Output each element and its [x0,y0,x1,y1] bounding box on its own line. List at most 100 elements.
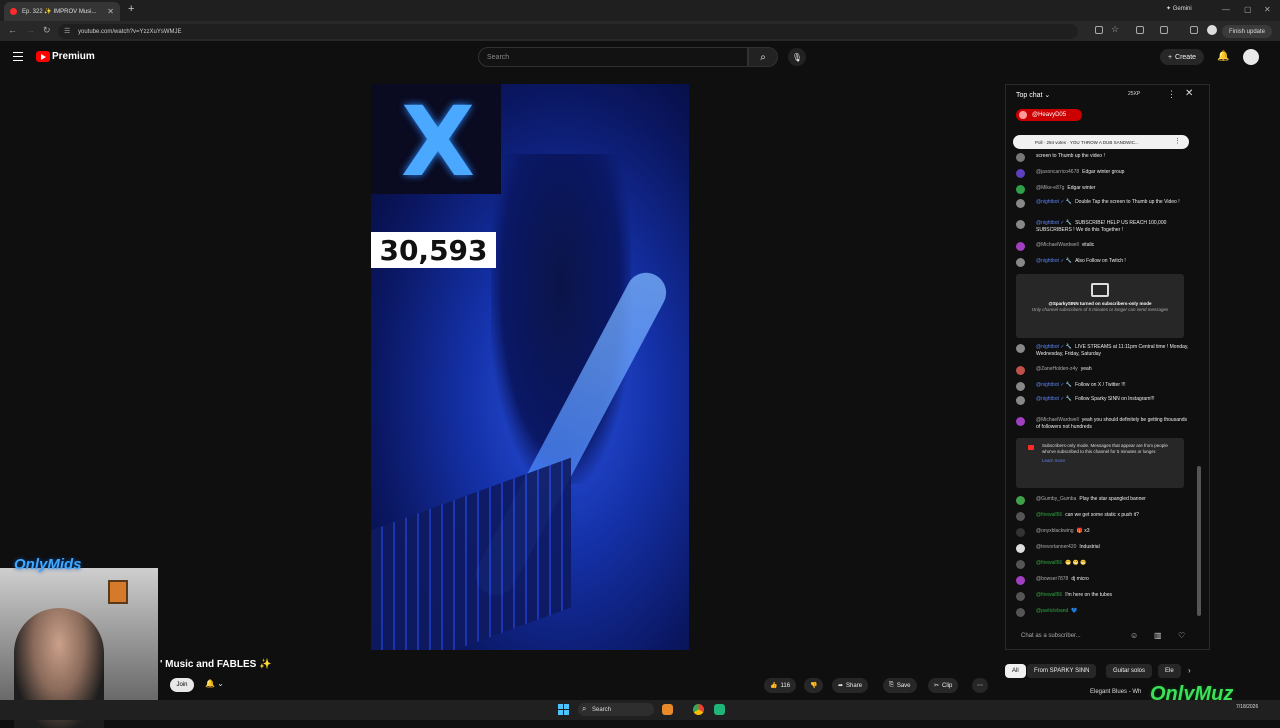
chat-avatar[interactable] [1016,544,1025,553]
dislike-button[interactable]: 👎 [804,678,824,693]
filter-chip[interactable]: Guitar solos [1106,664,1153,678]
search-input[interactable]: Search [478,47,748,67]
chat-close-icon[interactable]: ✕ [1185,88,1193,99]
profile-avatar[interactable] [1207,25,1217,35]
voice-search-button[interactable]: 🎙 [788,48,806,66]
window-close-icon[interactable]: ✕ [1264,5,1271,14]
windows-start-icon[interactable] [558,704,569,715]
chat-author[interactable]: @bowser7878 [1036,576,1068,582]
taskbar-search[interactable]: Search [578,703,654,716]
chat-author[interactable]: @firewall56 [1036,592,1062,598]
gemini-button[interactable]: ✦ Gemini [1166,5,1192,12]
share-button[interactable]: ➦ Share [832,678,869,693]
chat-author[interactable]: @nightbot ✓ 🔧 [1036,396,1072,402]
new-tab-button[interactable]: + [128,3,134,15]
youtube-logo-icon[interactable] [36,51,50,62]
filter-chip[interactable]: All [1005,664,1026,678]
bookmark-star-icon[interactable]: ☆ [1111,24,1119,35]
chat-more-icon[interactable]: ⋮ [1167,89,1176,100]
chat-input[interactable]: Chat as a subscriber... [1013,628,1123,644]
chat-avatar[interactable] [1016,199,1025,208]
chat-avatar[interactable] [1016,528,1025,537]
chat-avatar[interactable] [1016,396,1025,405]
chat-avatar[interactable] [1016,185,1025,194]
chat-scrollbar[interactable] [1197,466,1201,616]
back-icon[interactable]: ← [8,25,17,35]
chat-author[interactable]: @ZaneHolden-z4y [1036,366,1078,372]
chat-avatar[interactable] [1016,382,1025,391]
emoji-icon[interactable]: ☺ [1130,631,1138,640]
account-avatar[interactable] [1243,49,1259,65]
chat-avatar[interactable] [1016,258,1025,267]
chat-avatar[interactable] [1016,608,1025,617]
chat-avatar[interactable] [1016,496,1025,505]
chat-avatar[interactable] [1016,560,1025,569]
poll-banner[interactable]: Poll · 294 votes · YOU THROW A DUB SANDW… [1013,135,1189,149]
chat-author[interactable]: @jasoncarrico4678 [1036,169,1079,175]
chat-avatar[interactable] [1016,220,1025,229]
poll-more-icon[interactable]: ⋮ [1174,137,1181,145]
chat-author[interactable]: @nightbot ✓ 🔧 [1036,220,1072,226]
chat-avatar[interactable] [1016,417,1025,426]
forward-icon[interactable]: → [26,25,35,35]
filter-chip[interactable]: From SPARKY SINN [1027,664,1097,678]
chat-author[interactable]: @Gumby_Gumba [1036,496,1076,502]
tab-close-icon[interactable]: ✕ [107,7,114,16]
chat-avatar[interactable] [1016,344,1025,353]
search-button[interactable]: ⌕ [748,47,778,67]
maximize-icon[interactable]: ▢ [1244,5,1252,14]
browser-tab[interactable]: Ep. 322 ✨ IMPROV Musi... ✕ [4,2,120,21]
chat-mode-label: Top chat [1016,92,1043,99]
video-player[interactable]: X 30,593 [371,84,689,650]
chat-author[interactable]: @nightbot ✓ 🔧 [1036,199,1072,205]
chat-author[interactable]: @firewall56 [1036,560,1062,566]
minimize-icon[interactable]: — [1222,5,1230,14]
cast-icon[interactable] [1095,26,1103,34]
heart-icon[interactable]: ♡ [1178,631,1185,640]
taskbar-app2-icon[interactable] [714,704,725,715]
create-button[interactable]: + Create [1160,49,1204,65]
chat-mode-dropdown[interactable]: Top chat ⌄ [1016,91,1050,99]
join-button[interactable]: Join [170,678,194,692]
menu-hamburger-icon[interactable] [13,52,23,62]
chat-avatar[interactable] [1016,153,1025,162]
finish-update-button[interactable]: Finish update [1222,25,1272,38]
chat-author[interactable]: @nightbot ✓ 🔧 [1036,344,1072,350]
taskbar-app-icon[interactable] [662,704,673,715]
filter-chip[interactable]: Ele [1158,664,1181,678]
chat-author[interactable]: @nightbot ✓ 🔧 [1036,382,1072,388]
extensions-icon[interactable] [1136,26,1144,34]
youtube-premium-logo[interactable]: Premium [52,51,95,62]
chat-author[interactable]: @nightbot ✓ 🔧 [1036,258,1072,264]
more-actions-button[interactable]: ⋯ [972,678,988,693]
superchat-icon[interactable]: ▥ [1154,631,1162,640]
chrome-icon[interactable] [693,704,704,715]
chat-avatar[interactable] [1016,512,1025,521]
chat-author[interactable]: @onyxblackwing [1036,528,1074,534]
reload-icon[interactable]: ↻ [43,25,51,36]
chat-avatar[interactable] [1016,242,1025,251]
chat-author[interactable]: @MichaelWardwell [1036,417,1079,423]
save-button[interactable]: ⎘ Save [883,678,917,693]
site-info-icon[interactable]: ☰ [64,27,70,35]
like-button[interactable]: 👍 116 [764,678,797,693]
chat-author[interactable]: @MichaelWardwell [1036,242,1079,248]
chat-author[interactable]: @Mike-e87g [1036,185,1064,191]
chat-author[interactable]: @trevortanner420 [1036,544,1076,550]
learn-more-link[interactable]: Learn more [1042,458,1174,464]
chat-author[interactable]: @particleband [1036,608,1068,614]
subscription-bell-icon[interactable]: 🔔 ⌄ [205,679,224,688]
notifications-bell-icon[interactable]: 🔔 [1217,51,1229,62]
sidebar-icon[interactable] [1190,26,1198,34]
url-field[interactable]: ☰ youtube.com/watch?v=YzzXuYsWMJE [58,24,1078,39]
clip-button[interactable]: ✂ Clip [928,678,959,693]
chat-author[interactable]: @firewall56 [1036,512,1062,518]
chat-avatar[interactable] [1016,576,1025,585]
chat-avatar[interactable] [1016,366,1025,375]
related-video-title[interactable]: Elegant Blues - Wh [1090,689,1141,695]
chat-avatar[interactable] [1016,169,1025,178]
chips-next-icon[interactable]: › [1188,666,1191,675]
downloads-icon[interactable] [1160,26,1168,34]
chat-avatar[interactable] [1016,592,1025,601]
pinned-user-pill[interactable]: @HeavyD05 [1016,109,1082,121]
